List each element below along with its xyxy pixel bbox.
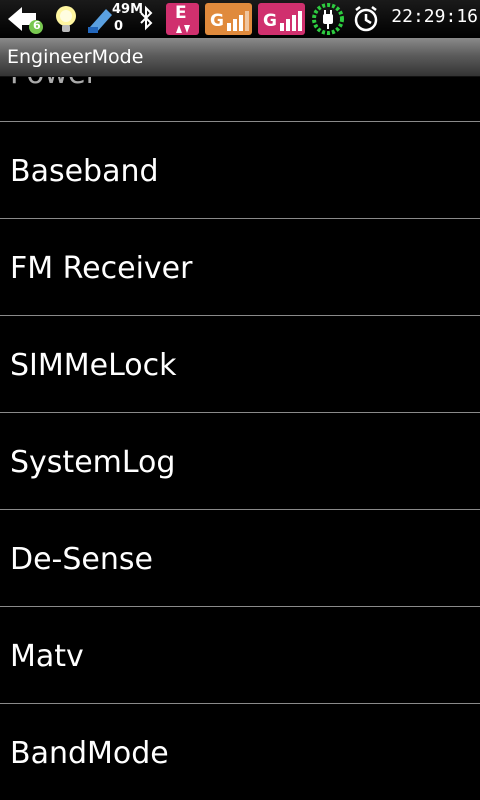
- usb-count: 6: [33, 19, 41, 32]
- light-bulb-icon: [50, 3, 82, 35]
- usb-debug-icon: 6: [6, 3, 48, 35]
- sim1-signal-icon: G: [205, 3, 252, 35]
- list-item-systemlog[interactable]: SystemLog: [0, 412, 480, 509]
- battery-charging-icon: [311, 3, 345, 35]
- status-clock: 22:29:16: [391, 6, 478, 27]
- list-item-de-sense[interactable]: De-Sense: [0, 509, 480, 606]
- list-item-bandmode[interactable]: BandMode: [0, 703, 480, 800]
- list-item-label: Matv: [10, 639, 84, 674]
- list-item-partial[interactable]: Power: [10, 77, 98, 90]
- page-title: EngineerMode: [7, 46, 144, 68]
- engineer-mode-list[interactable]: Power Baseband FM Receiver SIMMeLock Sys…: [0, 77, 480, 800]
- bluetooth-icon: [138, 3, 154, 35]
- list-item-label: De-Sense: [10, 542, 153, 577]
- list-item-label: Baseband: [10, 154, 159, 189]
- list-item-baseband[interactable]: Baseband: [0, 121, 480, 218]
- network-type-badge: E: [166, 3, 199, 35]
- title-bar: EngineerMode: [0, 38, 480, 77]
- list-item-label: SystemLog: [10, 445, 176, 480]
- sim2-signal-icon: G: [258, 3, 305, 35]
- memory-sub-label: 0: [114, 19, 124, 34]
- list-item-simmelock[interactable]: SIMMeLock: [0, 315, 480, 412]
- memory-usage-icon: 49M 0: [86, 2, 143, 35]
- list-item-label: SIMMeLock: [10, 348, 177, 383]
- alarm-clock-icon: [352, 3, 380, 35]
- list-item-matv[interactable]: Matv: [0, 606, 480, 703]
- list-item-fm-receiver[interactable]: FM Receiver: [0, 218, 480, 315]
- list-item-label: FM Receiver: [10, 251, 193, 286]
- status-bar: 6 49M 0 E G G 22:29:16: [0, 0, 480, 38]
- list-item-label: BandMode: [10, 736, 169, 771]
